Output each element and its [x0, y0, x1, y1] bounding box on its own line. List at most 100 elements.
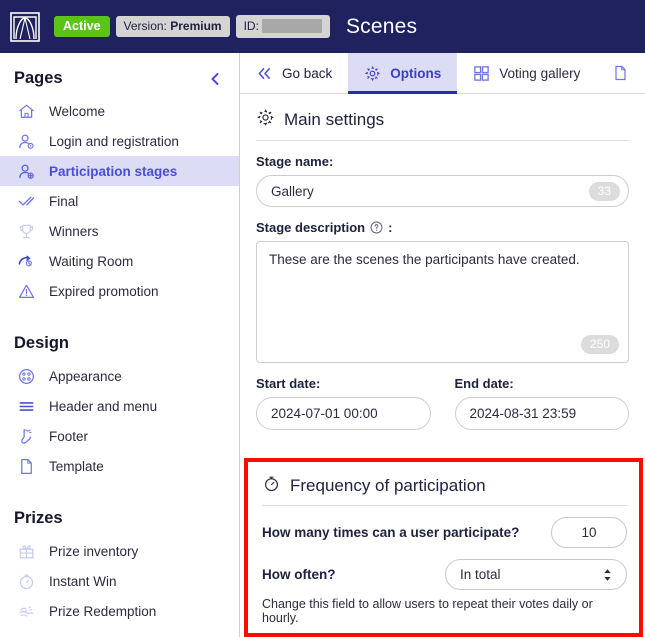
stage-description-textarea[interactable]: These are the scenes the participants ha…	[256, 241, 629, 363]
stage-description-label-text: Stage description	[256, 220, 366, 235]
sidebar-section-title-pages: Pages	[14, 69, 63, 87]
sidebar-section-title-design: Design	[14, 334, 70, 352]
stage-description-counter: 250	[580, 335, 619, 354]
tab-page-overflow[interactable]	[596, 53, 645, 93]
sidebar-item-final[interactable]: Final	[0, 186, 239, 216]
frequency-hint: Change this field to allow users to repe…	[262, 597, 593, 625]
participate-times-question: How many times can a user participate?	[262, 525, 520, 540]
start-date-label: Start date:	[256, 376, 321, 391]
stopwatch-icon	[16, 571, 37, 592]
page-icon	[16, 456, 37, 477]
stage-name-value: Gallery	[271, 183, 314, 199]
sidebar-item-instant-win[interactable]: Instant Win	[0, 566, 239, 596]
main-settings-title: Main settings	[284, 110, 385, 129]
tab-voting-gallery[interactable]: Voting gallery	[457, 53, 596, 93]
id-label: ID:	[243, 19, 259, 33]
sidebar-item-header-and-menu[interactable]: Header and menu	[0, 391, 239, 421]
version-badge: Version: Premium	[115, 16, 230, 37]
hand-gift-icon	[16, 601, 37, 622]
sidebar-item-prize-inventory[interactable]: Prize inventory	[0, 536, 239, 566]
chevron-left-icon[interactable]	[207, 71, 223, 87]
stage-name-field: Stage name: Gallery 33	[240, 141, 645, 207]
how-often-select[interactable]: In total	[445, 559, 627, 590]
start-date-field: Start date: 2024-07-01 00:00	[256, 376, 431, 430]
sidebar-item-expired-promotion[interactable]: Expired promotion	[0, 276, 239, 306]
sidebar-item-label: Prize Redemption	[49, 603, 157, 619]
frequency-of-participation-card: Frequency of participation How many time…	[244, 458, 643, 637]
sidebar-item-label: Waiting Room	[49, 253, 134, 269]
user-settings-icon	[16, 131, 37, 152]
stage-description-field: Stage description : These are the scenes…	[240, 207, 645, 363]
participate-times-input[interactable]: 10	[551, 517, 627, 548]
sidebar-item-waiting-room[interactable]: Waiting Room	[0, 246, 239, 276]
trophy-icon	[16, 221, 37, 242]
id-badge: ID:	[235, 15, 330, 38]
options-panel: Main settings Stage name: Gallery 33 Sta…	[240, 94, 645, 637]
tab-label: Go back	[282, 65, 333, 81]
tab-label: Options	[390, 65, 442, 81]
gear-icon	[256, 108, 275, 132]
status-badge: Active	[54, 15, 110, 38]
how-often-value: In total	[460, 567, 501, 582]
sidebar-item-label: Welcome	[49, 103, 106, 119]
sidebar-item-label: Final	[49, 193, 79, 209]
sidebar-item-winners[interactable]: Winners	[0, 216, 239, 246]
stage-name-label: Stage name:	[256, 154, 334, 169]
frequency-title: Frequency of participation	[290, 476, 486, 495]
footer-sock-icon	[16, 426, 37, 447]
sidebar-item-label: Expired promotion	[49, 283, 159, 299]
dates-row: Start date: 2024-07-01 00:00 End date: 2…	[240, 363, 645, 430]
end-date-input[interactable]: 2024-08-31 23:59	[454, 397, 629, 430]
sidebar-item-label: Footer	[49, 428, 89, 444]
how-often-row: How often? In total	[260, 548, 629, 590]
sidebar-item-welcome[interactable]: Welcome	[0, 96, 239, 126]
sidebar: Pages Welcome Login and registration Par…	[0, 53, 240, 637]
gear-icon	[364, 65, 381, 82]
stage-name-counter: 33	[588, 181, 620, 201]
sidebar-item-login-and-registration[interactable]: Login and registration	[0, 126, 239, 156]
start-date-value: 2024-07-01 00:00	[271, 406, 378, 421]
tab-go-back[interactable]: Go back	[240, 53, 348, 93]
page-title: Scenes	[345, 14, 418, 38]
tab-options[interactable]: Options	[348, 53, 458, 94]
sidebar-item-prize-redemption[interactable]: Prize Redemption	[0, 596, 239, 626]
double-chevron-left-icon	[256, 66, 273, 81]
sidebar-item-participation-stages[interactable]: Participation stages	[0, 156, 239, 186]
sidebar-item-footer[interactable]: Footer	[0, 421, 239, 451]
sidebar-item-label: Template	[49, 458, 104, 474]
stage-description-label-colon: :	[388, 220, 393, 235]
user-add-icon	[16, 161, 37, 182]
question-circle-icon[interactable]	[370, 221, 383, 234]
page-icon	[612, 64, 629, 82]
main-panel: Go back Options Voting gallery Main sett…	[240, 53, 645, 637]
sidebar-item-appearance[interactable]: Appearance	[0, 361, 239, 391]
sidebar-item-label: Prize inventory	[49, 543, 139, 559]
menu-lines-icon	[16, 396, 37, 417]
participate-times-row: How many times can a user participate? 1…	[260, 506, 629, 548]
sidebar-item-template[interactable]: Template	[0, 451, 239, 481]
gift-icon	[16, 541, 37, 562]
body-split: Pages Welcome Login and registration Par…	[0, 53, 645, 637]
sidebar-item-label: Appearance	[49, 368, 122, 384]
sidebar-item-label: Header and menu	[49, 398, 158, 414]
brand-arch-logo-icon[interactable]	[8, 9, 42, 45]
check-double-icon	[16, 191, 37, 212]
main-settings-header: Main settings	[240, 94, 645, 140]
start-date-input[interactable]: 2024-07-01 00:00	[256, 397, 431, 430]
sidebar-item-label: Login and registration	[49, 133, 179, 149]
participate-times-value: 10	[581, 525, 597, 540]
stage-name-input[interactable]: Gallery 33	[256, 175, 629, 207]
stopwatch-icon	[262, 474, 281, 498]
home-icon	[16, 101, 37, 122]
tab-label: Voting gallery	[499, 65, 581, 81]
sidebar-section-title-prizes: Prizes	[14, 509, 63, 527]
tab-bar: Go back Options Voting gallery	[240, 53, 645, 94]
stage-description-label: Stage description :	[256, 220, 629, 235]
app-root: Active Version: Premium ID: Scenes Pages	[0, 0, 645, 637]
grid-four-icon	[473, 65, 490, 82]
how-often-question: How often?	[262, 567, 336, 582]
waiting-room-icon	[16, 251, 37, 272]
id-redacted-value	[261, 19, 322, 33]
end-date-field: End date: 2024-08-31 23:59	[454, 376, 629, 430]
